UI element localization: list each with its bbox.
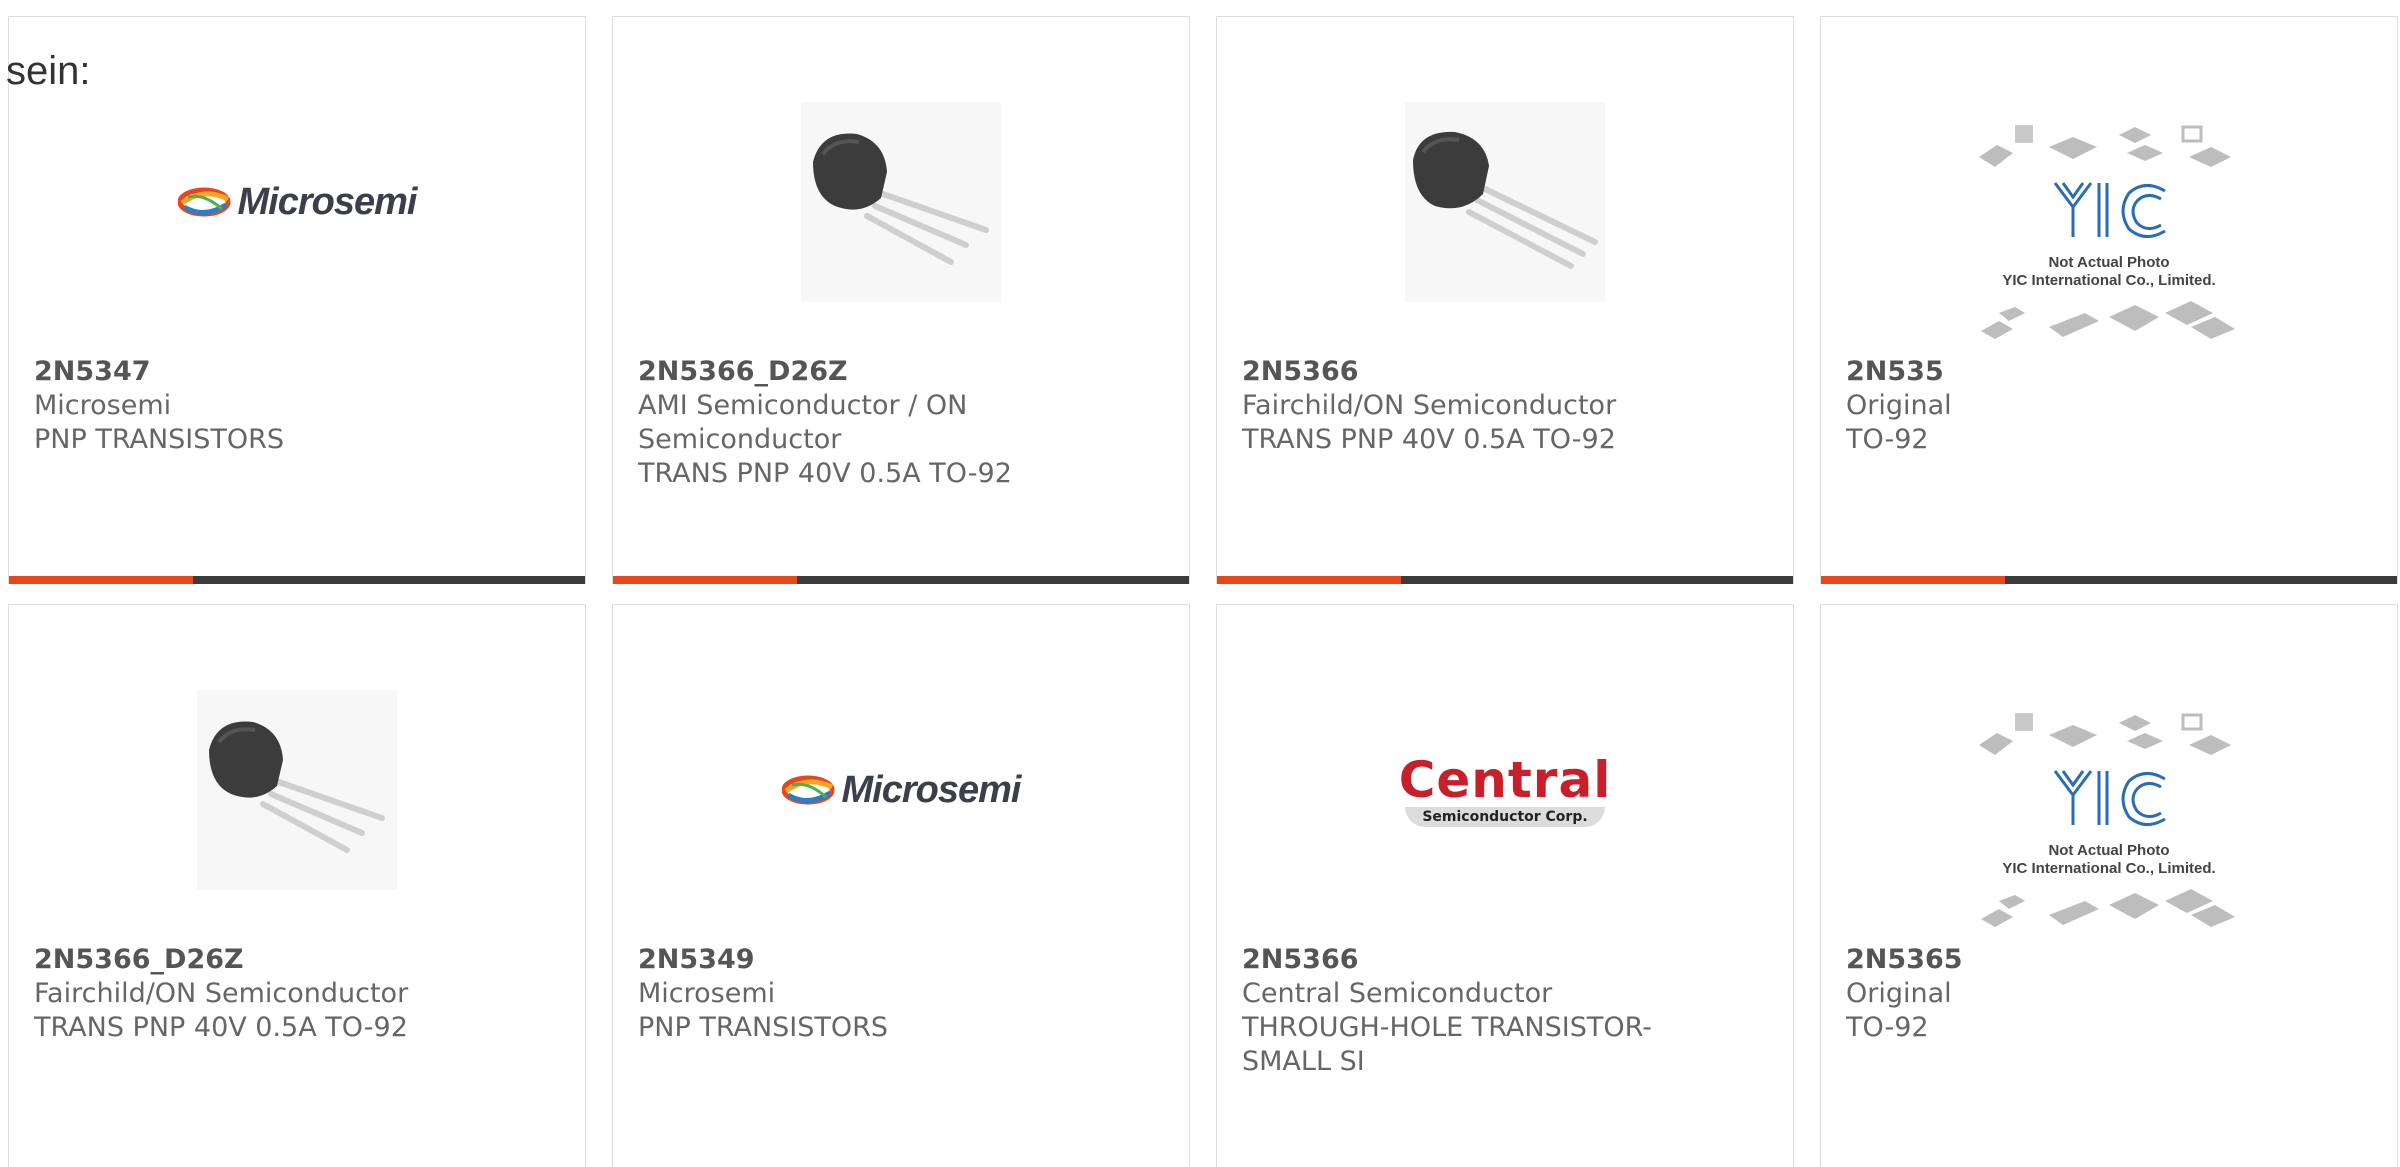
- product-image: [1217, 77, 1793, 327]
- manufacturer: Fairchild/ON Semiconductor: [1242, 390, 1617, 421]
- svg-text:Not Actual Photo: Not Actual Photo: [2048, 842, 2169, 859]
- description: TRANS PNP 40V 0.5A TO-92: [34, 1012, 408, 1043]
- card-progress-bar: [1821, 576, 2397, 584]
- microsemi-logo: Microsemi: [781, 769, 1021, 812]
- part-number[interactable]: 2N5349: [638, 943, 1164, 977]
- part-number[interactable]: 2N5366: [1242, 355, 1768, 389]
- transistor-image: [1405, 102, 1605, 302]
- part-number[interactable]: 2N5366_D26Z: [638, 355, 1164, 389]
- manufacturer: Central Semiconductor: [1242, 978, 1553, 1009]
- product-card[interactable]: 2N5366 Fairchild/ON Semiconductor TRANS …: [1216, 16, 1794, 584]
- svg-text:Not Actual Photo: Not Actual Photo: [2048, 254, 2169, 271]
- product-card[interactable]: Microsemi 2N5347 Microsemi PNP TRANSISTO…: [8, 16, 586, 584]
- intro-text: sein:: [6, 49, 91, 93]
- product-card[interactable]: Not Actual Photo YIC International Co., …: [1820, 16, 2398, 584]
- central-logo: Central Semiconductor Corp.: [1398, 751, 1612, 827]
- description: PNP TRANSISTORS: [638, 1012, 889, 1043]
- manufacturer: Fairchild/ON Semiconductor: [34, 978, 409, 1009]
- manufacturer: Microsemi: [34, 390, 172, 421]
- description: TRANS PNP 40V 0.5A TO-92: [638, 458, 1012, 489]
- product-card[interactable]: Not Actual Photo YIC International Co., …: [1820, 604, 2398, 1167]
- card-progress-bar: [613, 576, 1189, 584]
- manufacturer: Original: [1846, 390, 1952, 421]
- svg-text:YIC International Co., Limited: YIC International Co., Limited.: [2002, 860, 2215, 877]
- part-number[interactable]: 2N5366: [1242, 943, 1768, 977]
- description: TO-92: [1846, 424, 1929, 455]
- svg-text:YIC International Co., Limited: YIC International Co., Limited.: [2002, 272, 2215, 289]
- transistor-image: [801, 102, 1001, 302]
- product-image: Not Actual Photo YIC International Co., …: [1821, 107, 2397, 367]
- part-number[interactable]: 2N5365: [1846, 943, 2372, 977]
- product-image: Microsemi: [9, 77, 585, 327]
- yic-placeholder-image: Not Actual Photo YIC International Co., …: [1979, 125, 2235, 339]
- product-image: Microsemi: [613, 665, 1189, 915]
- product-card[interactable]: 2N5366_D26Z AMI Semiconductor / ON Semic…: [612, 16, 1190, 584]
- product-card[interactable]: Microsemi 2N5349 Microsemi PNP TRANSISTO…: [612, 604, 1190, 1167]
- description: PNP TRANSISTORS: [34, 424, 285, 455]
- manufacturer: Original: [1846, 978, 1952, 1009]
- product-image: Not Actual Photo YIC International Co., …: [1821, 695, 2397, 955]
- product-image: [9, 665, 585, 915]
- product-image: [613, 77, 1189, 327]
- part-number[interactable]: 2N5347: [34, 355, 560, 389]
- product-card[interactable]: 2N5366_D26Z Fairchild/ON Semiconductor T…: [8, 604, 586, 1167]
- transistor-image: [197, 690, 397, 890]
- manufacturer: AMI Semiconductor / ON Semiconductor: [638, 390, 968, 455]
- manufacturer: Microsemi: [638, 978, 776, 1009]
- description: TRANS PNP 40V 0.5A TO-92: [1242, 424, 1616, 455]
- card-progress-bar: [1217, 576, 1793, 584]
- card-progress-bar: [9, 576, 585, 584]
- description: THROUGH-HOLE TRANSISTOR-SMALL SI: [1242, 1012, 1652, 1077]
- part-number[interactable]: 2N535: [1846, 355, 2372, 389]
- yic-placeholder-image: Not Actual Photo YIC International Co., …: [1979, 713, 2235, 927]
- product-card[interactable]: Central Semiconductor Corp. 2N5366 Centr…: [1216, 604, 1794, 1167]
- microsemi-logo: Microsemi: [177, 181, 417, 224]
- part-number[interactable]: 2N5366_D26Z: [34, 943, 560, 977]
- product-image: Central Semiconductor Corp.: [1217, 665, 1793, 915]
- description: TO-92: [1846, 1012, 1929, 1043]
